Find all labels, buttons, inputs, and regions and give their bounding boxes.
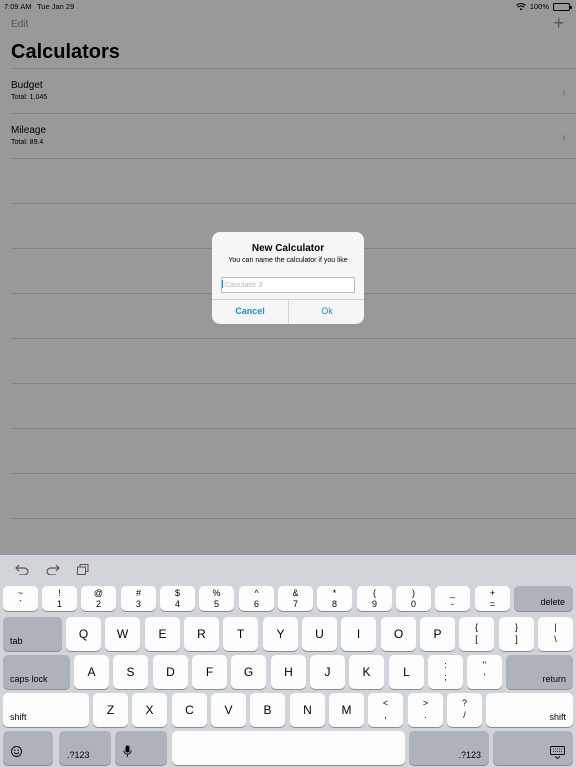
key-backslash[interactable]: | \: [538, 617, 573, 651]
new-calculator-dialog: New Calculator You can name the calculat…: [212, 232, 364, 324]
key-8[interactable]: * 8: [317, 586, 352, 611]
key-r[interactable]: R: [184, 617, 219, 651]
key-i[interactable]: I: [341, 617, 376, 651]
dialog-title: New Calculator: [251, 243, 325, 254]
key-w[interactable]: W: [105, 617, 140, 651]
microphone-icon: [123, 745, 132, 757]
key-z[interactable]: Z: [93, 693, 128, 727]
text-cursor: [222, 280, 223, 288]
caps-lock-key[interactable]: caps lock: [3, 655, 70, 689]
delete-key[interactable]: delete: [514, 586, 573, 611]
emoji-key[interactable]: [3, 731, 53, 765]
key-right-bracket[interactable]: }]: [499, 617, 534, 651]
key-tilde[interactable]: ~ `: [3, 586, 38, 611]
key-4[interactable]: $4: [160, 586, 195, 611]
emoji-icon: [11, 746, 22, 757]
space-bar[interactable]: [172, 731, 405, 765]
key-g[interactable]: G: [231, 655, 266, 689]
key-b[interactable]: B: [250, 693, 285, 727]
key-a[interactable]: A: [74, 655, 109, 689]
paste-icon[interactable]: [77, 564, 89, 575]
key-j[interactable]: J: [310, 655, 345, 689]
return-key[interactable]: return: [506, 655, 573, 689]
key-f[interactable]: F: [192, 655, 227, 689]
key-0[interactable]: ) 0: [396, 586, 431, 611]
key-t[interactable]: T: [223, 617, 258, 651]
key-s[interactable]: S: [113, 655, 148, 689]
dialog-message: You can name the calculator if you like: [228, 257, 348, 264]
key-semicolon[interactable]: :;: [428, 655, 463, 689]
key-minus[interactable]: _ -: [435, 586, 470, 611]
key-h[interactable]: H: [271, 655, 306, 689]
key-9[interactable]: (9: [357, 586, 392, 611]
key-u[interactable]: U: [302, 617, 337, 651]
keyboard-dismiss-icon: [550, 746, 565, 759]
redo-icon[interactable]: [46, 564, 60, 575]
key-1[interactable]: ! 1: [42, 586, 77, 611]
numbers-key-left[interactable]: .?123: [59, 731, 111, 765]
key-d[interactable]: D: [153, 655, 188, 689]
key-n[interactable]: N: [290, 693, 325, 727]
tab-key[interactable]: tab: [3, 617, 62, 651]
key-left-bracket[interactable]: {[: [459, 617, 494, 651]
left-shift-key[interactable]: shift: [3, 693, 89, 727]
key-equals[interactable]: + =: [475, 586, 510, 611]
key-q[interactable]: Q: [66, 617, 101, 651]
key-p[interactable]: P: [420, 617, 455, 651]
key-l[interactable]: L: [389, 655, 424, 689]
key-comma[interactable]: <,: [368, 693, 403, 727]
keyboard-shortcut-bar: [0, 555, 576, 583]
key-5[interactable]: % 5: [199, 586, 234, 611]
undo-icon[interactable]: [15, 564, 29, 575]
right-shift-key[interactable]: shift: [486, 693, 573, 727]
keyboard-dismiss-key[interactable]: [493, 731, 573, 765]
dictation-key[interactable]: [115, 731, 167, 765]
key-7[interactable]: & 7: [278, 586, 313, 611]
key-2[interactable]: @2: [81, 586, 116, 611]
ok-button[interactable]: Ok: [289, 299, 364, 324]
key-e[interactable]: E: [145, 617, 180, 651]
key-3[interactable]: #3: [121, 586, 156, 611]
key-slash[interactable]: ? /: [447, 693, 482, 727]
numbers-key-right[interactable]: .?123: [409, 731, 489, 765]
key-6[interactable]: ^ 6: [239, 586, 274, 611]
on-screen-keyboard: ~ ` ! 1 @2 #3 $4 % 5 ^ 6 & 7 * 8 (9 ) 0 _ - + = d…: [0, 555, 576, 768]
key-m[interactable]: M: [329, 693, 364, 727]
key-k[interactable]: K: [349, 655, 384, 689]
key-y[interactable]: Y: [263, 617, 298, 651]
cancel-button[interactable]: Cancel: [212, 299, 288, 324]
key-o[interactable]: O: [381, 617, 416, 651]
key-c[interactable]: C: [172, 693, 207, 727]
key-x[interactable]: X: [132, 693, 167, 727]
key-quote[interactable]: " ': [467, 655, 502, 689]
calculator-name-input[interactable]: [221, 277, 355, 293]
key-period[interactable]: >.: [408, 693, 443, 727]
key-v[interactable]: V: [211, 693, 246, 727]
